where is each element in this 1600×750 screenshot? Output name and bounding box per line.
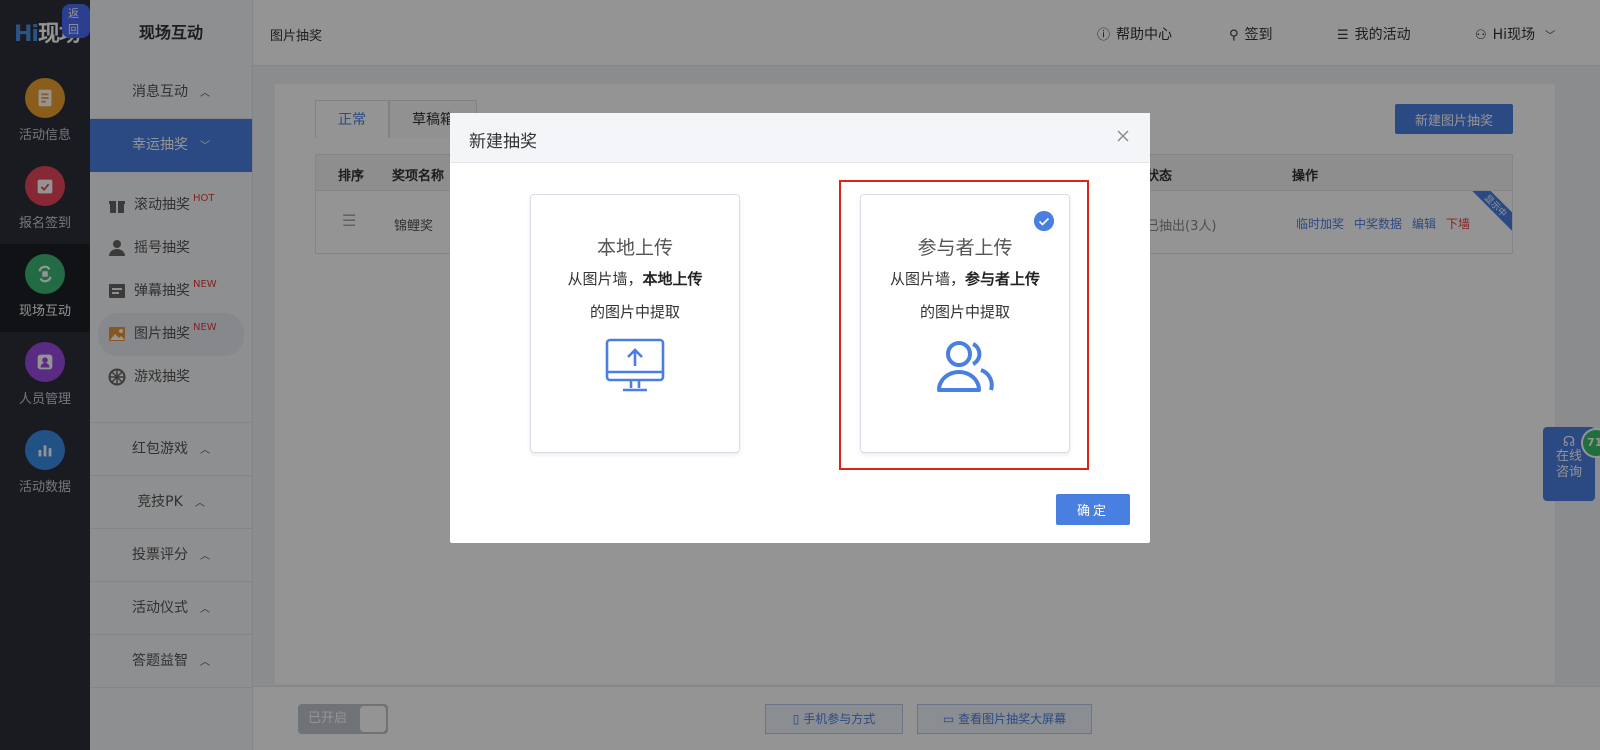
option-desc-1: 从图片墙，本地上传	[567, 270, 703, 288]
confirm-button[interactable]: 确定	[1056, 494, 1130, 525]
dialog-header: 新建抽奖	[450, 113, 1150, 163]
option-local-upload[interactable]: 本地上传 从图片墙，本地上传 的图片中提取	[530, 194, 740, 453]
close-icon[interactable]	[1114, 127, 1132, 145]
dialog-title: 新建抽奖	[469, 132, 537, 152]
selection-highlight	[839, 180, 1089, 470]
option-desc-2: 的图片中提取	[589, 303, 680, 321]
monitor-upload-icon	[605, 338, 665, 392]
new-draw-dialog: 新建抽奖 本地上传 从图片墙，本地上传 的图片中提取 参与者上传 从图片墙，参与…	[450, 113, 1150, 543]
option-title: 本地上传	[596, 237, 673, 259]
